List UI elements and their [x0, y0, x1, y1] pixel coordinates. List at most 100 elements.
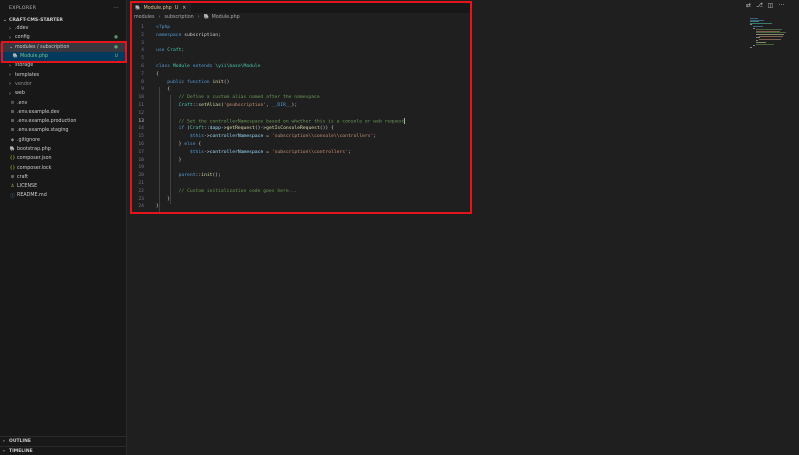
code-line: 16 } else {: [132, 141, 470, 149]
timeline-section-header[interactable]: › TIMELINE: [0, 446, 127, 455]
tree-item[interactable]: ⌄ modules / subscription ●: [0, 42, 126, 52]
code-line: 14 if (Craft::$app->getRequest()->getIsC…: [132, 125, 470, 133]
project-section-header[interactable]: ⌄ CRAFT-CMS-STARTER: [0, 16, 126, 24]
code-token: ;: [373, 134, 377, 140]
code-token: 'subscription\\controllers': [271, 149, 348, 155]
code-token: {: [156, 71, 159, 77]
more-actions-icon[interactable]: ···: [778, 2, 785, 9]
indent-guide: [159, 87, 160, 212]
tree-item[interactable]: ≡ .env.example.dev: [0, 108, 126, 117]
code-token: use: [156, 48, 168, 54]
tree-item[interactable]: ≡ craft: [0, 173, 126, 182]
tree-item[interactable]: 🐘 bootstrap.php: [0, 145, 126, 154]
explorer-sidebar: EXPLORER ··· ⌄ CRAFT-CMS-STARTER › .ddev ›…: [0, 0, 127, 455]
tree-item[interactable]: ⓘ README.md: [0, 191, 126, 200]
split-compare-icon[interactable]: ⇄: [745, 2, 752, 9]
chevron-right-icon: ›: [197, 14, 200, 20]
tree-item-label: craft: [17, 174, 29, 180]
source-control-icon[interactable]: ⎇: [756, 2, 763, 9]
breadcrumb-file[interactable]: Module.php: [212, 15, 240, 20]
code-token: $this: [189, 134, 204, 140]
php-file-icon: 🐘: [9, 147, 16, 152]
tree-item[interactable]: ◆ .gitignore: [0, 136, 126, 145]
code-token: class: [156, 63, 173, 69]
code-line: 8 public function init(): [132, 79, 470, 87]
code-text: $this->controllerNamespace = 'subscripti…: [156, 149, 351, 157]
code-token: ;: [347, 149, 351, 155]
code-line: 11 Craft::setAlias('@subscription', __DI…: [132, 102, 470, 110]
code-token: =: [263, 134, 272, 140]
line-number: 12: [138, 110, 144, 116]
tree-item-label: .ddev: [15, 26, 29, 32]
code-line: 23 }: [132, 196, 470, 204]
line-number: 13: [138, 118, 144, 124]
tree-item[interactable]: › web: [0, 89, 126, 98]
code-text: Craft::setAlias('@subscription', __DIR__…: [156, 102, 298, 110]
tree-item[interactable]: › .ddev: [0, 24, 126, 33]
text-file-icon: ≡: [10, 174, 15, 180]
tree-item[interactable]: › templates: [0, 70, 126, 79]
gear-icon: ⚙: [10, 100, 15, 106]
close-icon[interactable]: ×: [182, 6, 186, 11]
line-number: 14: [138, 126, 144, 132]
tree-item-label: vendor: [15, 81, 32, 87]
code-token: // Set the controllerNamespace based on …: [178, 119, 405, 125]
php-file-icon: 🐘: [135, 5, 141, 11]
tree-item[interactable]: ≡ .env.example.production: [0, 117, 126, 126]
explorer-header: EXPLORER ···: [0, 0, 126, 16]
breadcrumb: modules › subscription › 🐘 Module.php: [132, 13, 470, 21]
split-editor-icon[interactable]: ◫: [767, 2, 774, 9]
line-number: 8: [141, 79, 144, 85]
modified-dot-icon: ●: [114, 35, 118, 41]
code-text: $this->controllerNamespace = 'subscripti…: [156, 133, 376, 141]
tree-item[interactable]: {} composer.lock: [0, 163, 126, 172]
tab-module-php[interactable]: 🐘 Module.php U ×: [132, 3, 192, 13]
code-text: // Define a custom alias named after the…: [156, 94, 320, 102]
breadcrumb-modules[interactable]: modules: [134, 15, 154, 20]
tree-item[interactable]: › config ●: [0, 33, 126, 42]
tree-item[interactable]: ≡ .env.example.staging: [0, 126, 126, 135]
code-token: controllerNamespace: [209, 149, 264, 155]
explorer-more-icon[interactable]: ···: [113, 6, 119, 11]
code-token: subscription;: [184, 32, 221, 38]
line-number: 3: [141, 40, 144, 46]
tree-item[interactable]: › storage: [0, 61, 126, 70]
breadcrumb-subscription[interactable]: subscription: [164, 15, 193, 20]
minimap[interactable]: [750, 18, 786, 53]
tree-item-label: templates: [15, 72, 40, 78]
tree-item-label: LICENSE: [17, 184, 38, 190]
tree-item[interactable]: ♙ LICENSE: [0, 182, 126, 191]
code-line: 12: [132, 110, 470, 118]
code-token: getRequest: [226, 126, 255, 132]
code-token: Module: [172, 63, 193, 69]
tree-item-label: composer.json: [17, 156, 52, 162]
code-line: 1 <?php: [132, 24, 470, 32]
code-line: 18 }: [132, 157, 470, 165]
minimap-line: [750, 46, 752, 48]
tree-item[interactable]: ⚙ .env: [0, 98, 126, 107]
outline-section-header[interactable]: › OUTLINE: [0, 436, 127, 445]
text-file-icon: ≡: [10, 119, 15, 125]
code-line: 2 namespace subscription;: [132, 32, 470, 40]
tree-item-label: modules / subscription: [15, 44, 70, 50]
code-token: Craft: [189, 126, 204, 132]
tree-item[interactable]: 🐘 Module.php U: [0, 51, 126, 62]
line-number: 11: [138, 102, 144, 108]
project-name: CRAFT-CMS-STARTER: [9, 17, 63, 23]
code-editor[interactable]: 1 <?php 2 namespace subscription; 3 4 use Craf…: [132, 24, 470, 212]
code-text: <?php: [156, 24, 170, 32]
code-line: 9 {: [132, 86, 470, 94]
line-number: 10: [138, 95, 144, 101]
tree-item-label: Module.php: [20, 54, 49, 60]
minimap-line: [750, 22, 772, 24]
code-line: 22 // Custom initialization code goes he…: [132, 188, 470, 196]
tree-item[interactable]: › vendor: [0, 80, 126, 89]
tree-item[interactable]: {} composer.json: [0, 154, 126, 163]
code-line: 24}: [132, 203, 470, 211]
code-token: init: [201, 173, 213, 179]
minimap-line: [759, 38, 781, 40]
code-token: Craft: [178, 102, 193, 108]
code-token: $app: [209, 126, 221, 132]
